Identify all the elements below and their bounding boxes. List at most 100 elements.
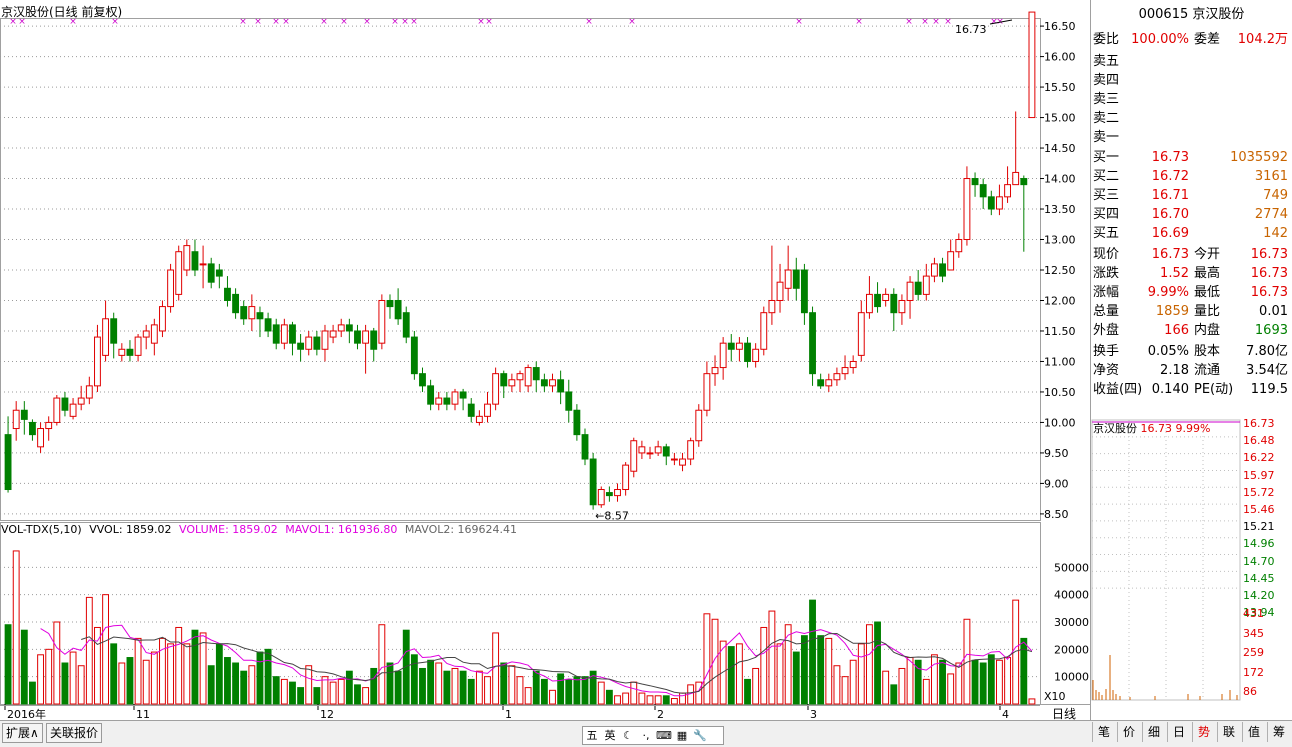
intraday-price-tick: 15.97 [1243,468,1275,482]
panel-tab-1[interactable]: 价 [1117,722,1140,742]
candle-body [321,330,329,350]
volume-bar [167,643,175,705]
event-marker: × [855,17,863,27]
candle-body [150,324,158,344]
volume-bar [1020,637,1028,705]
intraday-price-tick: 15.72 [1243,485,1275,499]
candle-body [215,269,223,277]
volume-bar [272,676,280,705]
event-marker: × [254,17,262,27]
volume-bar [1004,657,1011,705]
bottom-bar: 扩展∧ 关联报价 五英 ☾ ·, ⌨ ▦ 🔧 笔价细日势联值筹 [0,720,1292,747]
volume-bar [427,659,435,705]
moon-icon[interactable]: ☾ [619,727,637,744]
candle-body [394,299,402,320]
candle-body [719,342,727,369]
volume-bar [4,624,12,705]
x-tick-label: 2016年 [7,707,46,721]
candle-body [167,269,175,308]
candle-body [419,373,426,387]
candle-body [922,275,930,295]
stat-row-3: 总量 1859 量比 0.01 [1093,304,1288,319]
volume-bar [833,665,841,705]
candle-body [191,251,199,271]
ime-toolbar[interactable]: 五英 ☾ ·, ⌨ ▦ 🔧 [582,726,724,745]
punct-icon[interactable]: ·, [637,727,655,744]
ime-mode[interactable]: 五 [583,727,601,744]
vol-tick-label: 10000 [1054,671,1089,684]
volume-bar [882,670,890,705]
intraday-price: 16.73 [1140,422,1173,435]
volume-bar [126,657,134,705]
tab-expand[interactable]: 扩展∧ [2,723,43,743]
candle-body [792,269,800,289]
volume-bar [451,667,459,705]
volume-bar [581,676,589,705]
candle-body [1020,178,1028,186]
candle-body [565,391,573,411]
volume-bar [443,670,451,705]
vol-mavol2: MAVOL2: 169624.41 [404,523,518,536]
candle-body [118,348,126,356]
intraday-price-tick: 14.70 [1243,554,1275,568]
candle-body [102,318,110,356]
volume-bar [614,695,621,705]
volume-bar [94,626,101,705]
price-tick-label: 13.00 [1044,234,1076,247]
intraday-vol-tick: 345 [1243,626,1264,640]
candle-body [784,269,792,289]
candle-body [297,342,305,350]
panel-tab-0[interactable]: 笔 [1092,722,1115,742]
volume-bar [654,695,662,705]
tab-related-quotes[interactable]: 关联报价 [46,723,103,743]
candle-body [77,397,85,405]
candle-body [508,379,516,387]
event-marker: × [401,17,409,27]
volume-bar [906,657,914,705]
stat-row-0: 现价 16.73 今开 16.73 [1093,247,1288,262]
candle-body [882,293,890,301]
intraday-price-tick: 16.22 [1243,451,1275,465]
volume-bar [622,692,630,705]
panel-tab-3[interactable]: 日 [1167,722,1190,742]
candle-body [833,373,841,381]
fin-row-0: 换手 0.05% 股本 7.80亿 [1093,344,1288,359]
panel-tab-2[interactable]: 细 [1142,722,1165,742]
panel-tab-6[interactable]: 值 [1242,722,1265,742]
candle-body [662,446,670,457]
volume-bar [971,659,979,705]
event-marker: × [340,17,348,27]
candle-body [459,391,467,399]
event-marker: × [320,17,328,27]
fin-row-2: 收益(四) 0.140 PE(动) 119.5 [1093,382,1288,397]
panel-tab-7[interactable]: 筹 [1267,722,1290,742]
panel-tab-4[interactable]: 势 [1192,722,1215,742]
volume-bar [898,667,906,705]
price-tick-label: 13.50 [1044,203,1076,216]
volume-bar [508,665,516,705]
candle-body [126,348,134,356]
volume-bar [410,654,418,705]
volume-bar [809,599,816,705]
price-tick-label: 16.00 [1044,51,1076,64]
volume-bar [735,643,743,705]
candle-body [687,440,695,460]
candle-body [354,330,361,344]
sell-row-2: 卖二 [1093,111,1120,126]
volume-bar [646,695,654,705]
volume-bar [573,676,581,705]
candle-body [256,312,264,320]
ime-lang[interactable]: 英 [601,727,619,744]
volume-bar [256,651,264,705]
candle-body [443,397,451,405]
volume-bar [760,626,768,705]
candle-body [670,458,678,461]
candle-body [207,263,215,283]
panel-tab-5[interactable]: 联 [1217,722,1240,742]
keyboard-icon[interactable]: ⌨ [655,727,673,744]
wrench-icon[interactable]: 🔧 [691,727,709,744]
candle-body [280,324,288,344]
event-marker: × [272,17,280,27]
grid-icon[interactable]: ▦ [673,727,691,744]
price-tick-label: 10.00 [1044,416,1076,429]
